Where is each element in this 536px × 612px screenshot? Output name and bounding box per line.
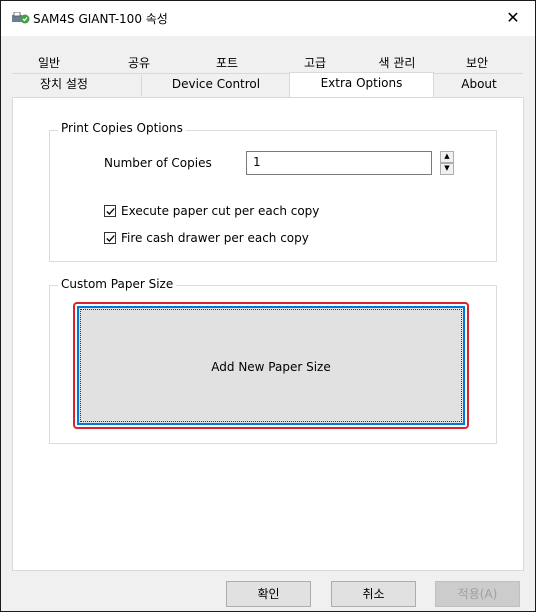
tab-about[interactable]: About: [437, 75, 521, 94]
close-icon: ✕: [506, 8, 520, 27]
title-bar: SAM4S GIANT-100 속성 ✕: [1, 1, 535, 36]
custom-paper-group-title: Custom Paper Size: [58, 277, 177, 291]
tab-row-divider: [12, 73, 523, 74]
add-new-paper-size-label: Add New Paper Size: [211, 360, 331, 374]
checkmark-icon: [106, 235, 115, 242]
add-new-paper-size-button[interactable]: Add New Paper Size: [77, 306, 465, 425]
window-title: SAM4S GIANT-100 속성: [33, 12, 168, 26]
tab-security[interactable]: 보안: [447, 54, 507, 73]
spin-up-button[interactable]: ▲: [440, 151, 454, 163]
printer-icon: [12, 12, 30, 24]
tab-separator: [141, 75, 142, 96]
tab-device-control[interactable]: Device Control: [151, 75, 281, 94]
cancel-button[interactable]: 취소: [331, 581, 416, 607]
tab-extra-options[interactable]: Extra Options: [289, 72, 434, 97]
tab-color-management[interactable]: 색 관리: [357, 54, 437, 73]
cash-drawer-label: Fire cash drawer per each copy: [121, 231, 309, 245]
add-paper-size-highlight: Add New Paper Size: [73, 302, 469, 429]
paper-cut-checkbox[interactable]: [104, 205, 116, 217]
checkmark-icon: [106, 208, 115, 215]
tab-general[interactable]: 일반: [19, 54, 79, 73]
properties-dialog: SAM4S GIANT-100 속성 ✕ 일반 공유 포트 고급 색 관리 보안…: [0, 0, 536, 612]
print-copies-group-title: Print Copies Options: [58, 121, 186, 135]
tab-device-settings[interactable]: 장치 설정: [19, 75, 109, 94]
tab-advanced[interactable]: 고급: [285, 54, 345, 73]
tab-sharing[interactable]: 공유: [109, 54, 169, 73]
apply-button[interactable]: 적용(A): [435, 581, 520, 607]
spin-down-button[interactable]: ▼: [440, 163, 454, 175]
paper-cut-label: Execute paper cut per each copy: [121, 204, 320, 218]
close-button[interactable]: ✕: [491, 1, 535, 36]
number-of-copies-label: Number of Copies: [104, 156, 212, 170]
tab-ports[interactable]: 포트: [197, 54, 257, 73]
spin-up-icon: ▲: [444, 152, 450, 160]
spin-down-icon: ▼: [444, 164, 450, 172]
ok-button[interactable]: 확인: [226, 581, 311, 607]
number-of-copies-input[interactable]: 1: [246, 151, 432, 175]
cash-drawer-checkbox[interactable]: [104, 232, 116, 244]
